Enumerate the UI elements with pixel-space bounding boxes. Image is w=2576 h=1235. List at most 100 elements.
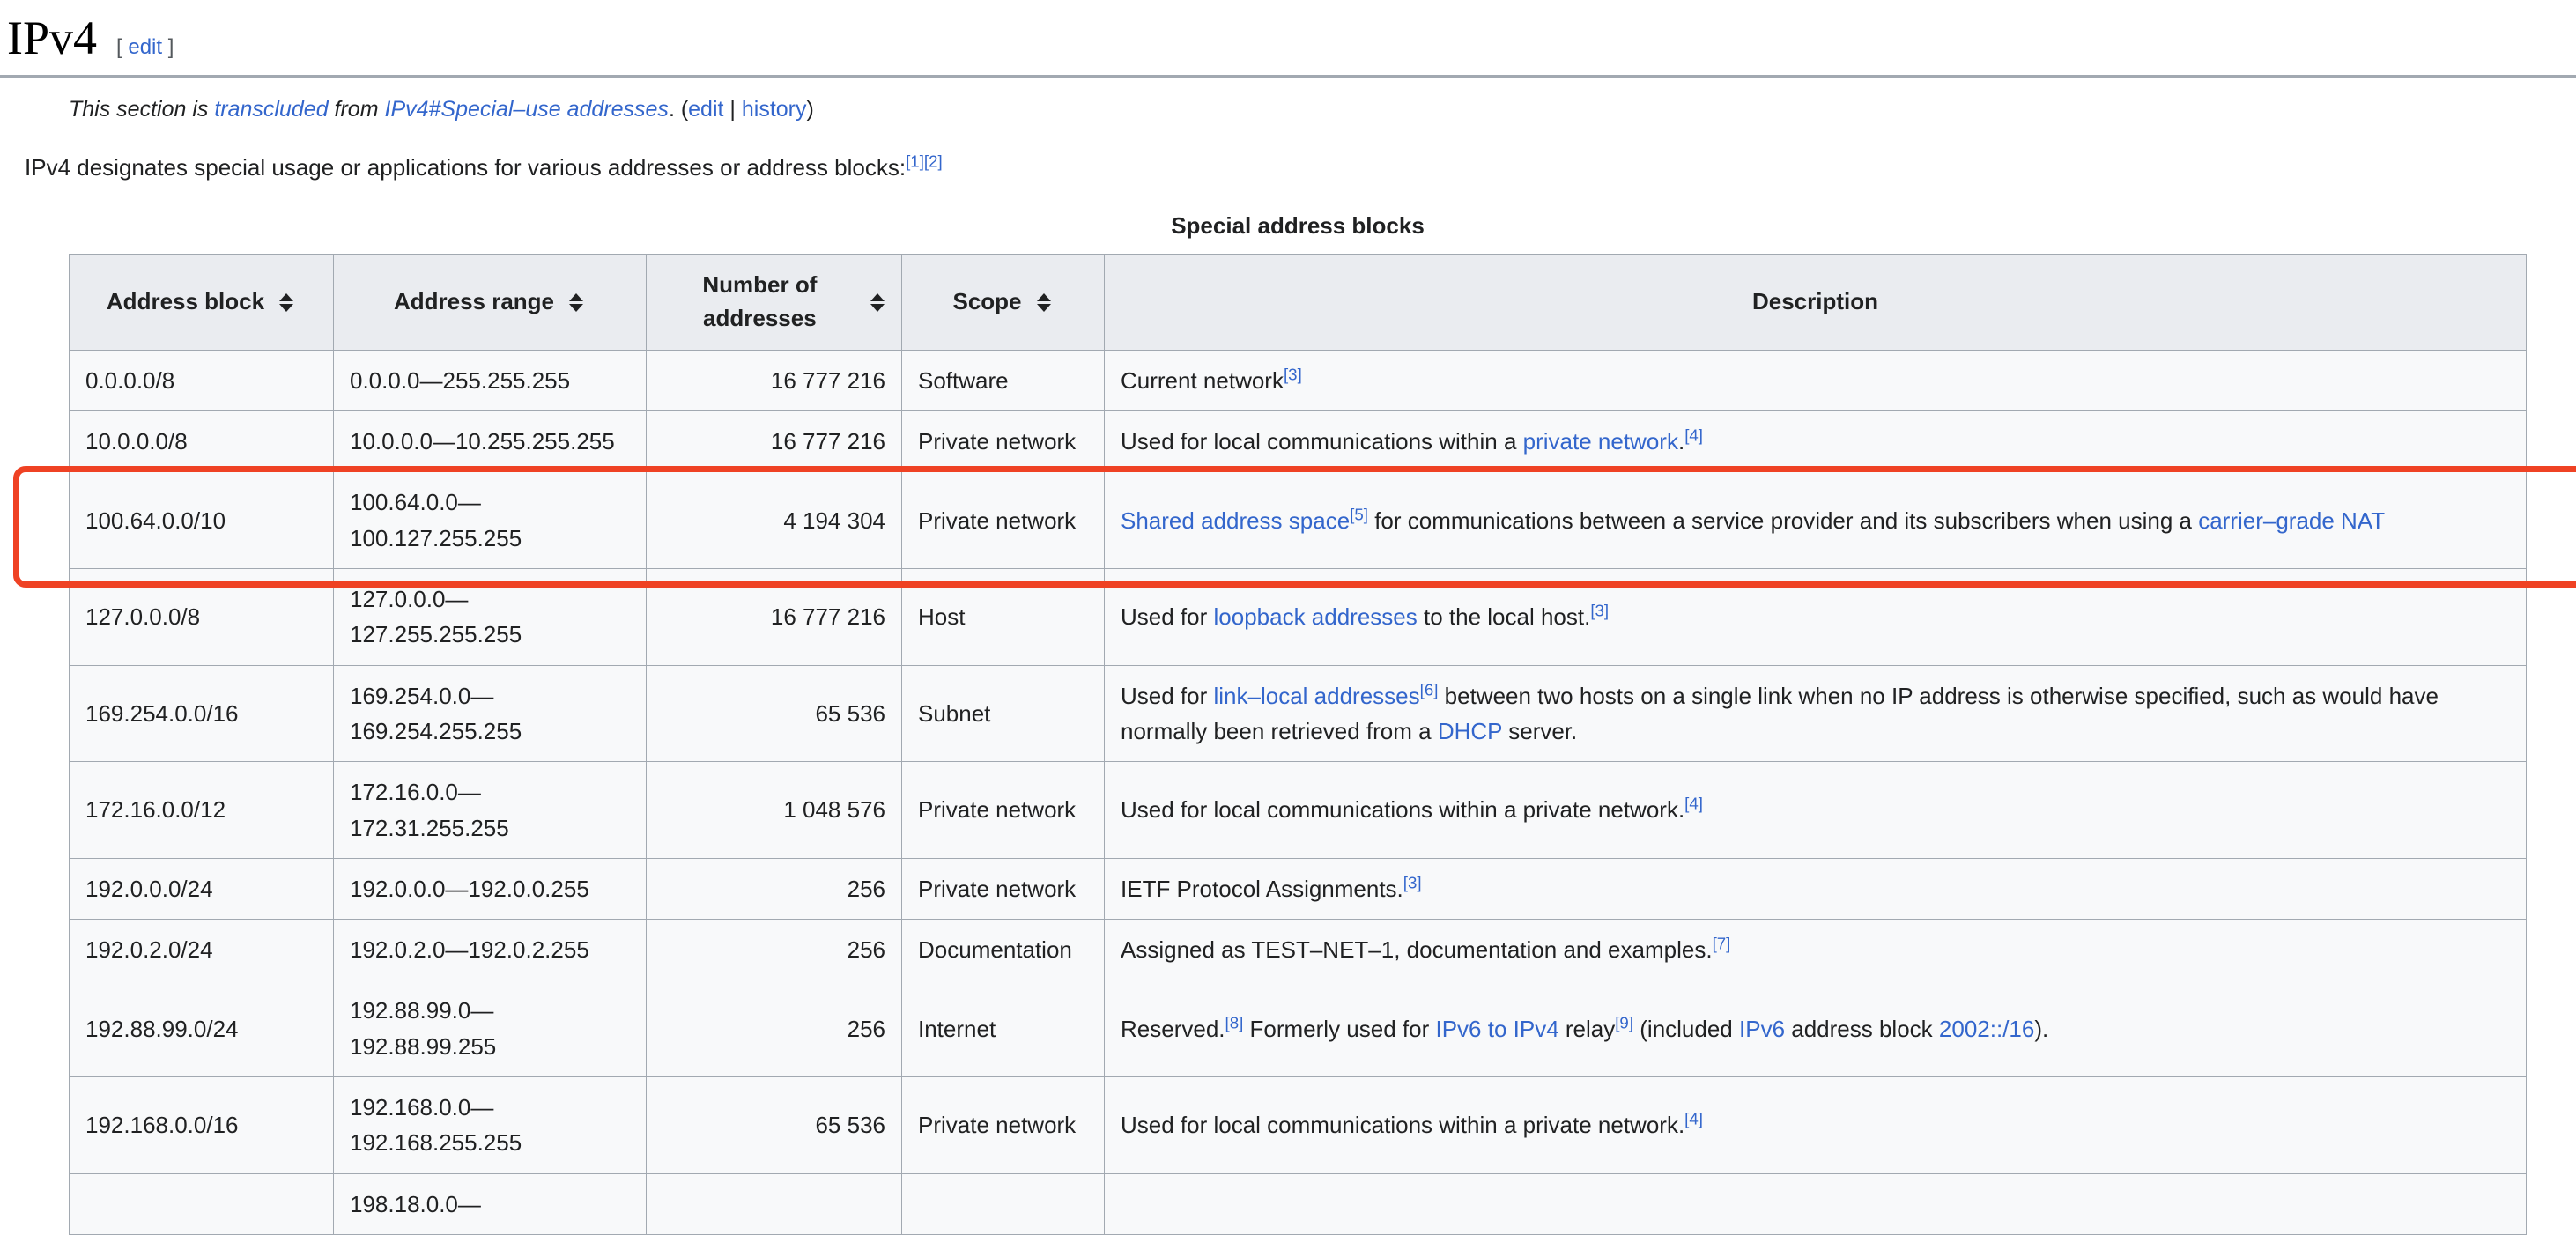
cell-number-of-addresses: 4 194 304 <box>647 472 902 569</box>
cell-scope: Private network <box>902 472 1105 569</box>
reference-marker: [3] <box>1403 873 1422 891</box>
column-header-number-of-addresses[interactable]: Number of addresses <box>647 255 902 350</box>
description-link[interactable]: link–local addresses <box>1214 683 1420 709</box>
reference-link[interactable]: [6] <box>1420 680 1439 699</box>
reference-link[interactable]: [5] <box>1350 505 1368 523</box>
wikipedia-article-page: IPv4 [ edit ] This section is transclude… <box>0 0 2576 1094</box>
transclusion-notice: This section is transcluded from IPv4#Sp… <box>0 78 2576 127</box>
transclusion-close: ) <box>807 97 814 122</box>
sort-arrows-icon[interactable] <box>1034 293 1054 312</box>
cell-address-range: 127.0.0.0—127.255.255.255 <box>334 569 647 666</box>
bracket-open: [ <box>116 35 122 59</box>
cell-address-block: 100.64.0.0/10 <box>70 472 334 569</box>
description-link[interactable]: 2002::/16 <box>1939 1016 2034 1042</box>
description-link[interactable]: DHCP <box>1438 718 1502 744</box>
transclusion-source-link[interactable]: IPv4#Special–use addresses <box>385 97 669 122</box>
cell-description: Shared address space[5] for communicatio… <box>1105 472 2527 569</box>
cell-address-block: 169.254.0.0/16 <box>70 665 334 762</box>
transclusion-prefix: This section is <box>69 97 214 122</box>
reference-marker: [3] <box>1590 602 1609 620</box>
table-header: Address block Address range Number of ad… <box>70 255 2527 350</box>
transclusion-edit-link[interactable]: edit <box>688 97 723 122</box>
description-link[interactable]: loopback addresses <box>1214 603 1418 630</box>
cell-description: Used for local communications within a p… <box>1105 762 2527 859</box>
column-header-label: Number of addresses <box>663 269 857 335</box>
cell-scope: Private network <box>902 411 1105 472</box>
reference-marker: [6] <box>1420 680 1439 699</box>
reference-link[interactable]: [4] <box>1684 426 1703 445</box>
table-row: 192.88.99.0/24192.88.99.0—192.88.99.2552… <box>70 980 2527 1077</box>
page-title: IPv4 <box>7 12 97 64</box>
cell-number-of-addresses <box>647 1173 902 1234</box>
lead-paragraph: IPv4 designates special usage or applica… <box>0 127 2576 187</box>
cell-scope <box>902 1173 1105 1234</box>
cell-address-block: 192.0.0.0/24 <box>70 858 334 919</box>
cell-address-block <box>70 1173 334 1234</box>
cell-description <box>1105 1173 2527 1234</box>
column-header-label: Address range <box>394 285 554 319</box>
edit-section-link[interactable]: edit <box>128 35 162 59</box>
column-header-description[interactable]: Description <box>1105 255 2527 350</box>
reference-link[interactable]: [4] <box>1684 795 1703 813</box>
sort-arrows-icon[interactable] <box>870 293 885 312</box>
cell-scope: Subnet <box>902 665 1105 762</box>
description-link[interactable]: Shared address space <box>1121 507 1350 534</box>
reference-link[interactable]: [3] <box>1284 365 1302 383</box>
column-header-label: Address block <box>107 285 264 319</box>
transclusion-history-link[interactable]: history <box>742 97 807 122</box>
cell-description: Used for link–local addresses[6] between… <box>1105 665 2527 762</box>
cell-description: Used for local communications within a p… <box>1105 411 2527 472</box>
cell-address-block: 10.0.0.0/8 <box>70 411 334 472</box>
cell-number-of-addresses: 65 536 <box>647 665 902 762</box>
reference-link[interactable]: [4] <box>1684 1110 1703 1128</box>
reference-link[interactable]: [3] <box>1403 873 1422 891</box>
reference-link[interactable]: [9] <box>1615 1013 1633 1032</box>
cell-description: Used for loopback addresses to the local… <box>1105 569 2527 666</box>
reference-link[interactable]: [8] <box>1225 1013 1244 1032</box>
cell-number-of-addresses: 16 777 216 <box>647 411 902 472</box>
cell-description: IETF Protocol Assignments.[3] <box>1105 858 2527 919</box>
reference-marker: [4] <box>1684 795 1703 813</box>
description-link[interactable]: IPv6 to IPv4 <box>1435 1016 1558 1042</box>
reference-marker: [5] <box>1350 505 1368 523</box>
cell-address-range: 169.254.0.0—169.254.255.255 <box>334 665 647 762</box>
cell-address-range: 10.0.0.0—10.255.255.255 <box>334 411 647 472</box>
cell-number-of-addresses: 1 048 576 <box>647 762 902 859</box>
cell-address-range: 192.0.2.0—192.0.2.255 <box>334 920 647 980</box>
description-link[interactable]: IPv6 <box>1739 1016 1785 1042</box>
cell-scope: Internet <box>902 980 1105 1077</box>
cell-number-of-addresses: 65 536 <box>647 1077 902 1174</box>
description-link[interactable]: carrier–grade NAT <box>2198 507 2385 534</box>
cell-scope: Documentation <box>902 920 1105 980</box>
reference-link-2[interactable]: [2] <box>924 152 943 170</box>
cell-number-of-addresses: 256 <box>647 858 902 919</box>
table-row: 10.0.0.0/810.0.0.0—10.255.255.25516 777 … <box>70 411 2527 472</box>
table-row: 192.168.0.0/16192.168.0.0—192.168.255.25… <box>70 1077 2527 1174</box>
cell-address-range: 172.16.0.0—172.31.255.255 <box>334 762 647 859</box>
reference-link-1[interactable]: [1] <box>906 152 924 170</box>
cell-scope: Private network <box>902 762 1105 859</box>
reference-link[interactable]: [3] <box>1590 602 1609 620</box>
table-header-row: Address block Address range Number of ad… <box>70 255 2527 350</box>
reference-link[interactable]: [7] <box>1713 934 1731 952</box>
description-link[interactable]: private network <box>1523 428 1678 455</box>
column-header-address-range[interactable]: Address range <box>334 255 647 350</box>
sort-arrows-icon[interactable] <box>277 293 296 312</box>
table-row: 172.16.0.0/12172.16.0.0—172.31.255.2551 … <box>70 762 2527 859</box>
cell-address-range: 0.0.0.0—255.255.255 <box>334 350 647 410</box>
column-header-label: Scope <box>952 285 1021 319</box>
table-row: 100.64.0.0/10100.64.0.0—100.127.255.2554… <box>70 472 2527 569</box>
cell-number-of-addresses: 256 <box>647 920 902 980</box>
cell-address-range: 198.18.0.0— <box>334 1173 647 1234</box>
column-header-address-block[interactable]: Address block <box>70 255 334 350</box>
column-header-scope[interactable]: Scope <box>902 255 1105 350</box>
cell-address-block: 0.0.0.0/8 <box>70 350 334 410</box>
lead-text: IPv4 designates special usage or applica… <box>25 154 906 181</box>
transcluded-link[interactable]: transcluded <box>214 97 328 122</box>
cell-number-of-addresses: 16 777 216 <box>647 569 902 666</box>
sort-arrows-icon[interactable] <box>566 293 586 312</box>
table-row: 127.0.0.0/8127.0.0.0—127.255.255.25516 7… <box>70 569 2527 666</box>
table-caption: Special address blocks <box>69 212 2527 254</box>
cell-address-range: 192.88.99.0—192.88.99.255 <box>334 980 647 1077</box>
reference-marker: [3] <box>1284 365 1302 383</box>
